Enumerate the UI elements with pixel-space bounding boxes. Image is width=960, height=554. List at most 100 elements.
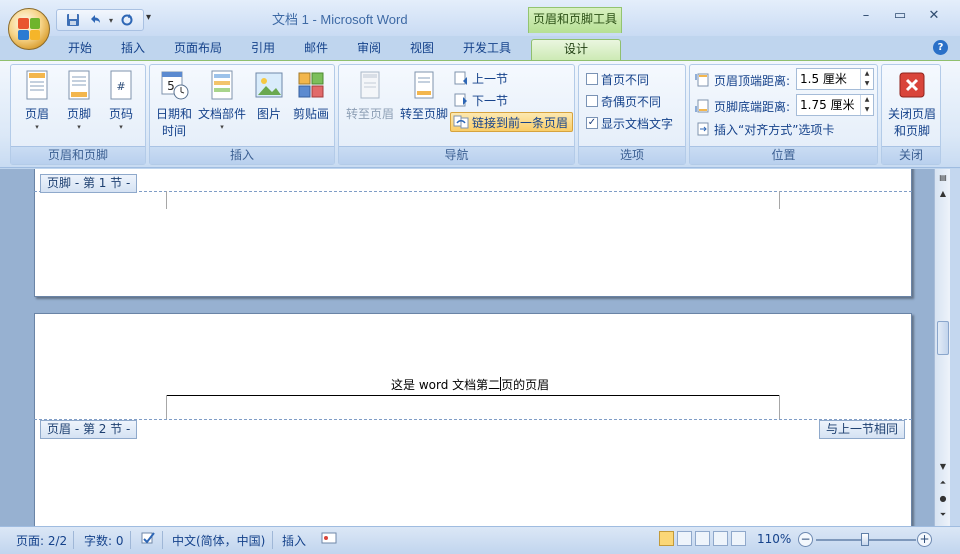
full-screen-reading-view-icon[interactable] xyxy=(677,531,692,546)
footer-button[interactable]: 页脚 ▾ xyxy=(57,69,101,131)
close-red-x-icon xyxy=(899,72,925,98)
group-header-footer: 页眉 ▾ 页脚 ▾ # 页码 ▾ 页眉和页脚 xyxy=(10,64,146,165)
maximize-button[interactable]: ▭ xyxy=(887,8,913,28)
status-separator xyxy=(130,531,131,549)
different-first-page-checkbox[interactable]: 首页不同 xyxy=(586,69,649,89)
tab-mailings[interactable]: 邮件 xyxy=(295,39,337,60)
scrollbar-thumb[interactable] xyxy=(937,321,949,355)
office-button[interactable] xyxy=(8,8,50,50)
date-time-button[interactable]: 5 日期和 时间 xyxy=(152,69,196,139)
footer-from-bottom-label: 页脚底端距离: xyxy=(714,99,791,114)
print-layout-view-icon[interactable] xyxy=(659,531,674,546)
insert-alignment-tab-button[interactable]: 插入“对齐方式”选项卡 xyxy=(695,119,834,139)
clipart-button[interactable]: 剪贴画 xyxy=(290,69,332,122)
header-from-top-value: 1.5 厘米 xyxy=(800,72,847,86)
office-logo-icon xyxy=(18,18,40,40)
different-first-page-box[interactable] xyxy=(586,73,598,85)
group-label-position: 位置 xyxy=(690,146,877,164)
tab-design[interactable]: 设计 xyxy=(531,39,621,60)
macro-record-icon[interactable] xyxy=(321,530,337,549)
page-number-dropdown-icon: ▾ xyxy=(119,123,123,131)
outline-view-icon[interactable] xyxy=(713,531,728,546)
zoom-out-icon[interactable]: − xyxy=(798,532,813,547)
page-count[interactable]: 页面: 2/2 xyxy=(16,532,67,549)
quick-parts-button[interactable]: 文档部件 ▾ xyxy=(196,69,248,131)
page-1[interactable] xyxy=(34,169,912,297)
web-layout-view-icon[interactable] xyxy=(695,531,710,546)
footer-button-label: 页脚 xyxy=(66,107,91,121)
footer-margin-mark-right xyxy=(779,191,780,209)
different-first-page-label: 首页不同 xyxy=(601,72,650,87)
header-from-top-spinner-icon[interactable]: ▲ ▼ xyxy=(860,69,873,89)
language-indicator[interactable]: 中文(简体，中国) xyxy=(172,532,265,549)
show-document-text-checkbox[interactable]: ✓ 显示文档文字 xyxy=(586,113,673,133)
goto-footer-button[interactable]: 转至页脚 xyxy=(397,69,451,122)
close-header-footer-button[interactable]: 关闭页眉 和页脚 xyxy=(884,69,940,139)
proofing-icon[interactable] xyxy=(140,530,156,549)
vertical-scrollbar[interactable]: ▤ ▲ ▼ ⏶ ● ⏷ xyxy=(934,169,950,526)
tab-home[interactable]: 开始 xyxy=(58,39,102,60)
footer-from-bottom-label-row: 页脚底端距离: xyxy=(695,96,790,116)
goto-footer-label: 转至页脚 xyxy=(399,107,448,121)
show-document-text-box[interactable]: ✓ xyxy=(586,117,598,129)
scroll-down-icon[interactable]: ▼ xyxy=(937,460,949,474)
picture-button[interactable]: 图片 xyxy=(248,69,290,122)
status-separator xyxy=(272,531,273,549)
footer-from-bottom-input[interactable]: 1.75 厘米 ▲ ▼ xyxy=(796,94,874,116)
minimize-button[interactable]: – xyxy=(853,8,879,28)
ruler-toggle-icon[interactable]: ▤ xyxy=(937,171,949,185)
close-window-button[interactable]: ✕ xyxy=(921,8,947,28)
header-margin-mark-right xyxy=(779,395,780,419)
save-icon[interactable] xyxy=(65,12,81,28)
header-margin-mark-left xyxy=(166,395,167,419)
tab-review[interactable]: 审阅 xyxy=(348,39,390,60)
next-section-button[interactable]: 下一节 xyxy=(453,90,508,110)
footer-from-bottom-value: 1.75 厘米 xyxy=(800,98,855,112)
quick-parts-label: 文档部件 xyxy=(197,107,246,121)
quick-access-toolbar: ▾ xyxy=(56,9,145,31)
header-from-top-input[interactable]: 1.5 厘米 ▲ ▼ xyxy=(796,68,874,90)
previous-page-icon[interactable]: ⏶ xyxy=(937,476,949,490)
undo-icon[interactable] xyxy=(87,12,103,28)
previous-section-button[interactable]: 上一节 xyxy=(453,68,508,88)
insert-mode-indicator[interactable]: 插入 xyxy=(282,532,306,549)
zoom-level[interactable]: 110% xyxy=(757,532,791,546)
status-separator xyxy=(162,531,163,549)
tab-view[interactable]: 视图 xyxy=(401,39,443,60)
tab-references[interactable]: 引用 xyxy=(242,39,284,60)
header-text-part-2: 页的页眉 xyxy=(501,378,550,392)
picture-icon xyxy=(255,72,283,98)
link-to-previous-button[interactable]: 链接到前一条页眉 xyxy=(450,112,574,132)
undo-dropdown-icon[interactable]: ▾ xyxy=(109,16,113,25)
header-text-part-1: 这是 word 文档第二 xyxy=(391,378,501,392)
word-count[interactable]: 字数: 0 xyxy=(84,532,124,549)
zoom-slider-knob[interactable] xyxy=(861,533,869,546)
goto-header-button[interactable]: 转至页眉 xyxy=(343,69,397,122)
tab-insert[interactable]: 插入 xyxy=(112,39,154,60)
different-odd-even-box[interactable] xyxy=(586,95,598,107)
previous-section-icon xyxy=(454,71,467,85)
next-page-icon[interactable]: ⏷ xyxy=(937,508,949,522)
scroll-up-icon[interactable]: ▲ xyxy=(937,187,949,201)
help-icon[interactable]: ? xyxy=(933,40,948,55)
footer-dropdown-icon: ▾ xyxy=(77,123,81,131)
redo-icon[interactable] xyxy=(119,12,135,28)
header-button[interactable]: 页眉 ▾ xyxy=(15,69,59,131)
header-button-label: 页眉 xyxy=(24,107,49,121)
customize-qat-icon[interactable]: ▾ xyxy=(146,12,151,23)
tab-developer[interactable]: 开发工具 xyxy=(454,39,520,60)
page-number-button[interactable]: # 页码 ▾ xyxy=(99,69,143,131)
clipart-label: 剪贴画 xyxy=(292,107,329,121)
ribbon: 页眉 ▾ 页脚 ▾ # 页码 ▾ 页眉和页脚 5 日期和 时间 文档部件 ▾ 图… xyxy=(0,60,960,168)
tab-page-layout[interactable]: 页面布局 xyxy=(166,39,230,60)
different-odd-even-checkbox[interactable]: 奇偶页不同 xyxy=(586,91,661,111)
footer-from-bottom-spinner-icon[interactable]: ▲ ▼ xyxy=(860,95,873,115)
zoom-in-icon[interactable]: + xyxy=(917,532,932,547)
browse-object-icon[interactable]: ● xyxy=(937,492,949,506)
goto-header-icon xyxy=(360,71,380,99)
group-position: 页眉顶端距离: 1.5 厘米 ▲ ▼ 页脚底端距离: 1.75 厘米 ▲ ▼ 插入“… xyxy=(689,64,878,165)
header-text[interactable]: 这是 word 文档第二页的页眉 xyxy=(391,376,549,393)
draft-view-icon[interactable] xyxy=(731,531,746,546)
close-header-footer-label-2: 和页脚 xyxy=(893,124,930,138)
group-label-insert: 插入 xyxy=(150,146,334,164)
